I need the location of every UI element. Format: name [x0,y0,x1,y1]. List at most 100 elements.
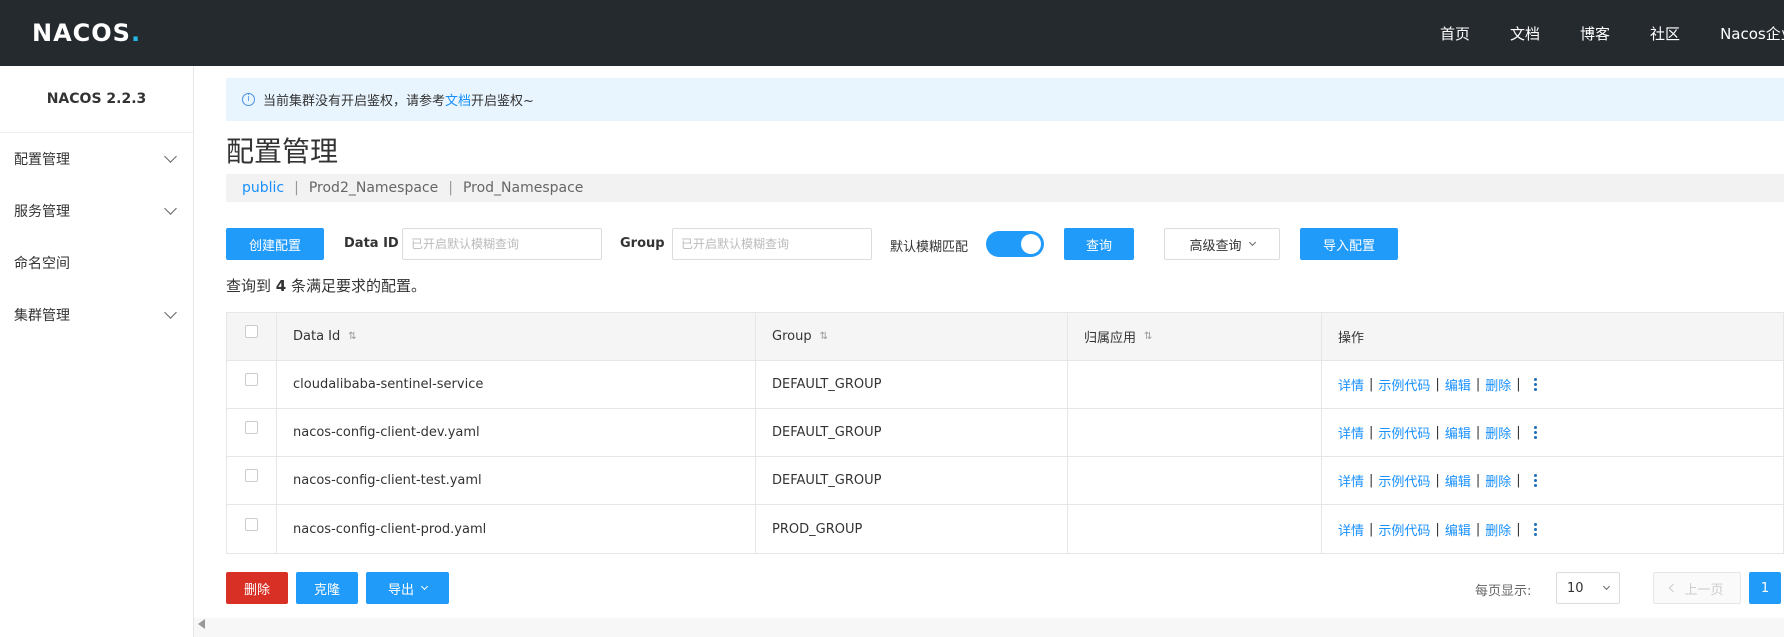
table-row: nacos-config-client-test.yaml DEFAULT_GRO… [227,457,1783,505]
advanced-query-label: 高级查询 [1189,238,1242,254]
op-link[interactable]: 详情 [1338,375,1364,394]
group-input[interactable] [672,228,872,260]
op-link[interactable]: 详情 [1338,471,1364,490]
export-label: 导出 [387,582,414,598]
page-size-select[interactable]: 10 [1556,572,1620,604]
op-link[interactable]: 示例代码 [1378,375,1430,394]
dataid-input[interactable] [402,228,602,260]
namespace-public[interactable]: public [242,180,284,196]
more-actions-icon[interactable] [1533,473,1537,488]
more-actions-icon[interactable] [1533,377,1537,392]
sidebar-item-namespace[interactable]: 命名空间 [0,237,193,289]
page-size-value: 10 [1567,580,1584,596]
op-separator: | [1516,377,1521,392]
clone-button[interactable]: 克隆 [296,572,358,604]
more-actions-icon[interactable] [1533,522,1537,537]
header-label: 归属应用 [1084,331,1137,346]
op-separator: | [1435,377,1440,392]
advanced-query-button[interactable]: 高级查询 [1164,228,1280,260]
chevron-down-icon [1602,582,1611,590]
header-checkbox-cell [227,313,277,360]
summary-prefix: 查询到 [226,277,276,295]
cell-ops: 详情 | 示例代码 | 编辑 | 删除 | [1322,361,1783,408]
notice-doc-link[interactable]: 文档 [445,90,471,109]
import-config-button[interactable]: 导入配置 [1300,228,1398,260]
notice-prefix: 当前集群没有开启鉴权，请参考 [263,94,446,109]
namespace-prod2[interactable]: Prod2_Namespace [309,180,438,196]
chevron-down-icon [164,150,177,163]
nav-community[interactable]: 社区 [1650,23,1680,44]
table-body: cloudalibaba-sentinel-service DEFAULT_GRO… [227,361,1783,553]
sidebar-item-label: 配置管理 [14,152,70,168]
header-dataid[interactable]: Data Id ⇅ [277,313,756,360]
op-separator: | [1475,425,1481,440]
sidebar: NACOS 2.2.3 配置管理 服务管理 命名空间 集群管理 [0,66,194,637]
op-separator: | [1475,377,1481,392]
sidebar-item-config[interactable]: 配置管理 [0,133,193,185]
sidebar-item-cluster[interactable]: 集群管理 [0,289,193,341]
top-nav: 首页 文档 博客 社区 Nacos企业版 [1440,0,1784,66]
sidebar-item-label: 命名空间 [14,256,70,272]
op-link[interactable]: 删除 [1485,471,1511,490]
delete-button[interactable]: 删除 [226,572,288,604]
op-link[interactable]: 示例代码 [1378,423,1430,442]
page-size-label: 每页显示: [1475,584,1532,599]
cell-group: PROD_GROUP [756,505,1068,553]
prev-page-label: 上一页 [1684,582,1724,598]
toggle-knob [1021,234,1041,254]
export-button[interactable]: 导出 [366,572,449,604]
dataid-label: Data ID [344,236,399,251]
op-link[interactable]: 示例代码 [1378,520,1430,539]
header-group[interactable]: Group ⇅ [756,313,1068,360]
sidebar-item-label: 集群管理 [14,308,70,324]
sort-icon[interactable]: ⇅ [348,331,356,342]
row-checkbox[interactable] [245,421,258,434]
page-1-button[interactable]: 1 [1749,572,1781,604]
collapse-sidebar-icon[interactable] [198,619,205,629]
fuzzy-match-toggle[interactable] [986,231,1044,257]
op-link[interactable]: 示例代码 [1378,471,1430,490]
op-separator: | [1516,521,1521,537]
row-checkbox-cell [227,505,277,553]
select-all-checkbox[interactable] [245,325,258,338]
row-checkbox-cell [227,361,277,408]
nacos-logo[interactable]: NACOS. [32,18,141,48]
create-config-button[interactable]: 创建配置 [226,228,324,260]
nav-docs[interactable]: 文档 [1510,23,1540,44]
op-link[interactable]: 删除 [1485,423,1511,442]
op-link[interactable]: 编辑 [1445,520,1471,539]
op-link[interactable]: 详情 [1338,520,1364,539]
op-link[interactable]: 详情 [1338,423,1364,442]
op-link[interactable]: 编辑 [1445,423,1471,442]
op-link[interactable]: 编辑 [1445,471,1471,490]
header-app[interactable]: 归属应用 ⇅ [1068,313,1322,360]
header-label: Group [772,329,812,344]
query-button[interactable]: 查询 [1064,228,1134,260]
more-actions-icon[interactable] [1533,425,1537,440]
chevron-down-icon [1248,238,1256,246]
nav-blog[interactable]: 博客 [1580,23,1610,44]
cell-ops: 详情 | 示例代码 | 编辑 | 删除 | [1322,457,1783,504]
namespace-prod[interactable]: Prod_Namespace [463,180,583,196]
row-checkbox[interactable] [245,517,258,531]
prev-page-button[interactable]: 上一页 [1653,572,1741,604]
namespace-separator: | [448,180,453,196]
row-checkbox[interactable] [245,469,258,482]
op-link[interactable]: 删除 [1485,520,1511,539]
sidebar-item-service[interactable]: 服务管理 [0,185,193,237]
op-link[interactable]: 删除 [1485,375,1511,394]
sort-icon[interactable]: ⇅ [820,331,828,342]
sort-icon[interactable]: ⇅ [1144,331,1152,342]
search-toolbar: 创建配置 Data ID Group 默认模糊匹配 查询 高级查询 导入配置 [226,228,1784,260]
nav-enterprise[interactable]: Nacos企业版 [1720,23,1784,44]
row-checkbox[interactable] [245,373,258,386]
sidebar-item-label: 服务管理 [14,204,70,220]
op-link[interactable]: 编辑 [1445,375,1471,394]
chevron-down-icon [420,582,429,590]
op-separator: | [1369,521,1374,537]
nav-home[interactable]: 首页 [1440,23,1470,44]
config-table: Data Id ⇅ Group ⇅ 归属应用 ⇅ 操作 cloudalibaba-se… [226,312,1784,554]
notice-suffix: 开启鉴权~ [471,94,534,109]
result-summary: 查询到 4 条满足要求的配置。 [226,275,426,296]
cell-dataid: cloudalibaba-sentinel-service [277,361,756,408]
